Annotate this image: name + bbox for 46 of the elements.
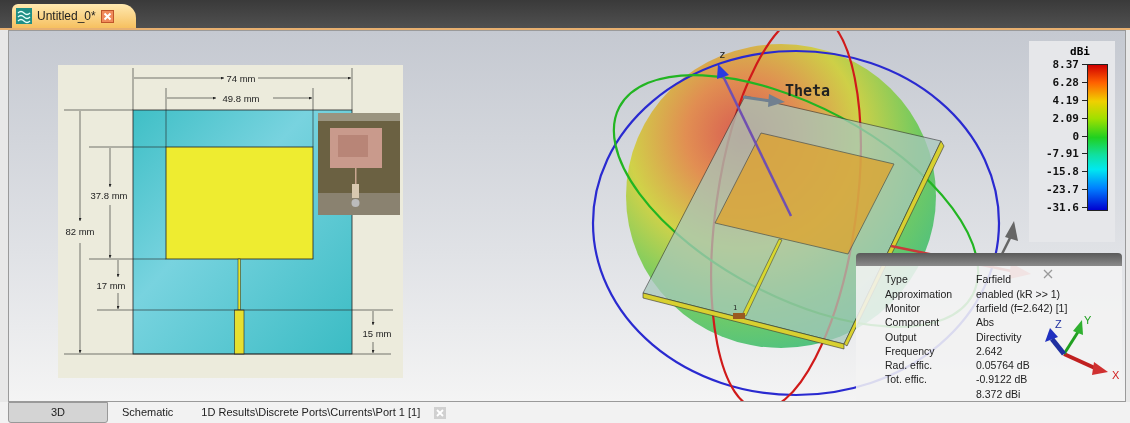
legend-unit: dBi (1069, 45, 1091, 58)
close-icon[interactable] (100, 9, 114, 23)
info-label: Approximation (885, 286, 953, 301)
legend-value: 0 (1072, 129, 1079, 143)
info-label: Monitor (885, 300, 920, 316)
axis-label: z (719, 48, 726, 61)
legend-value: 8.37 (1052, 58, 1079, 71)
theta-label: Theta (785, 82, 831, 100)
info-value: 8.372 dBi (976, 386, 1021, 401)
legend-value: 4.19 (1052, 93, 1079, 107)
legend-value: -23.7 (1045, 183, 1079, 197)
legend-value: -7.91 (1045, 147, 1079, 161)
dimension-label: 37.8 mm (90, 190, 128, 201)
dimension-label: 82 mm (65, 226, 95, 237)
info-label: Frequency (885, 343, 935, 359)
info-value: Directivity (976, 329, 1022, 344)
dimension-label: 74 mm (226, 73, 256, 84)
dimension-label: 17 mm (96, 280, 126, 291)
info-label: Rad. effic. (885, 358, 933, 373)
legend-value: -15.8 (1045, 165, 1079, 179)
waves-icon (16, 8, 32, 24)
info-value: 0.05764 dB (976, 358, 1030, 373)
close-icon[interactable] (1043, 269, 1053, 280)
view-tab[interactable]: 1D Results\Discrete Ports\Currents\Port 1 [1] (187, 403, 435, 422)
axis-label: Z (1055, 318, 1062, 331)
info-label: Component (885, 315, 940, 330)
info-value: Abs (976, 315, 995, 330)
view-tab[interactable]: Schematic (108, 403, 188, 422)
axis-label: Y (1084, 314, 1092, 327)
info-value: enabled (kR >> 1) (976, 286, 1061, 301)
info-label: Output (885, 329, 917, 344)
dimension-label: 15 mm (362, 328, 392, 339)
info-label: Type (885, 272, 908, 287)
legend-value: 2.09 (1052, 111, 1079, 125)
info-value: 2.642 (976, 343, 1003, 359)
document-tab[interactable]: Untitled_0* (12, 4, 136, 28)
legend-value: -31.6 (1045, 201, 1079, 214)
legend-value: 6.28 (1052, 75, 1079, 89)
info-value: -0.9122 dB (976, 372, 1028, 387)
dimension-label: 49.8 mm (222, 93, 260, 104)
view-tab[interactable]: 3D (8, 402, 108, 423)
info-label: Tot. effic. (885, 372, 927, 387)
axis-label: X (1112, 369, 1120, 382)
direction-arrow (742, 94, 785, 107)
info-value: Farfield (976, 272, 1011, 287)
info-value: farfield (f=2.642) [1] (976, 300, 1068, 316)
